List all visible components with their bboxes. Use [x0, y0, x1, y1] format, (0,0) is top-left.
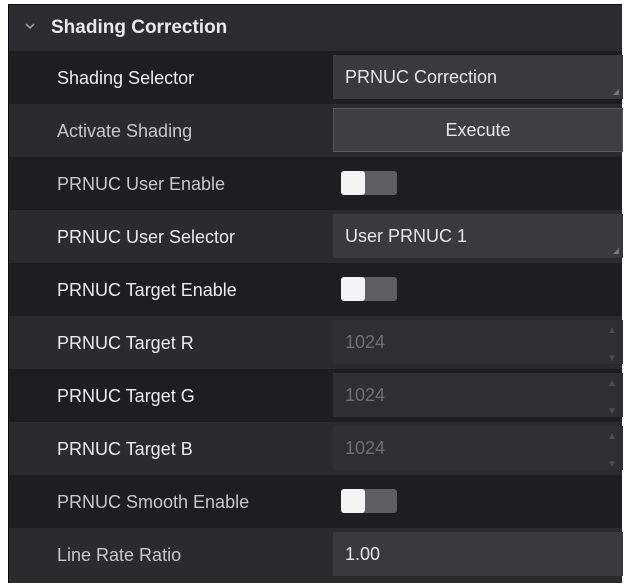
prnuc-smooth-enable-toggle[interactable] [341, 489, 397, 513]
label-prnuc-target-r: PRNUC Target R [57, 333, 194, 353]
spin-arrows-icon: ▲ ▼ [607, 325, 617, 364]
row-prnuc-user-enable: PRNUC User Enable [9, 157, 622, 210]
row-line-rate-ratio: Line Rate Ratio 1.00 [9, 528, 623, 581]
shading-selector-value: PRNUC Correction [345, 67, 498, 87]
shading-selector-dropdown[interactable]: PRNUC Correction [333, 55, 623, 99]
label-prnuc-target-b: PRNUC Target B [57, 439, 193, 459]
label-line-rate-ratio: Line Rate Ratio [57, 545, 182, 565]
row-prnuc-target-g: PRNUC Target G 1024 ▲ ▼ [9, 369, 623, 422]
row-prnuc-smooth-enable: PRNUC Smooth Enable [9, 475, 622, 528]
shading-correction-panel: Shading Correction Shading Selector PRNU… [8, 4, 623, 583]
section-header[interactable]: Shading Correction [9, 5, 622, 51]
dropdown-corner-icon [613, 248, 619, 254]
prnuc-target-g-value: 1024 [345, 385, 386, 405]
prnuc-target-g-spinbox: 1024 ▲ ▼ [333, 373, 623, 417]
label-prnuc-target-enable: PRNUC Target Enable [57, 280, 237, 300]
line-rate-ratio-value: 1.00 [345, 544, 381, 564]
execute-button[interactable]: Execute [333, 108, 623, 152]
prnuc-user-selector-value: User PRNUC 1 [345, 226, 468, 246]
line-rate-ratio-input[interactable]: 1.00 [333, 532, 623, 576]
prnuc-user-enable-toggle[interactable] [341, 171, 397, 195]
label-prnuc-user-selector: PRNUC User Selector [57, 227, 236, 247]
label-prnuc-user-enable: PRNUC User Enable [57, 174, 226, 194]
label-prnuc-smooth-enable: PRNUC Smooth Enable [57, 492, 250, 512]
label-activate-shading: Activate Shading [57, 121, 193, 141]
toggle-knob [341, 489, 365, 513]
row-activate-shading: Activate Shading Execute [9, 104, 623, 157]
prnuc-target-enable-toggle[interactable] [341, 277, 397, 301]
prnuc-target-b-spinbox: 1024 ▲ ▼ [333, 426, 623, 470]
label-prnuc-target-g: PRNUC Target G [57, 386, 195, 406]
prnuc-target-r-spinbox: 1024 ▲ ▼ [333, 320, 623, 364]
spin-arrows-icon: ▲ ▼ [607, 378, 617, 417]
section-title: Shading Correction [51, 17, 228, 38]
toggle-knob [341, 277, 365, 301]
dropdown-corner-icon [613, 89, 619, 95]
prnuc-target-b-value: 1024 [345, 438, 386, 458]
chevron-down-icon[interactable] [23, 17, 41, 35]
row-shading-selector: Shading Selector PRNUC Correction [9, 51, 623, 104]
label-shading-selector: Shading Selector [57, 68, 195, 88]
spin-arrows-icon: ▲ ▼ [607, 431, 617, 470]
prnuc-target-r-value: 1024 [345, 332, 386, 352]
row-prnuc-target-r: PRNUC Target R 1024 ▲ ▼ [9, 316, 623, 369]
prnuc-user-selector-dropdown[interactable]: User PRNUC 1 [333, 214, 623, 258]
row-prnuc-target-enable: PRNUC Target Enable [9, 263, 622, 316]
toggle-knob [341, 171, 365, 195]
row-prnuc-user-selector: PRNUC User Selector User PRNUC 1 [9, 210, 623, 263]
row-prnuc-target-b: PRNUC Target B 1024 ▲ ▼ [9, 422, 623, 475]
